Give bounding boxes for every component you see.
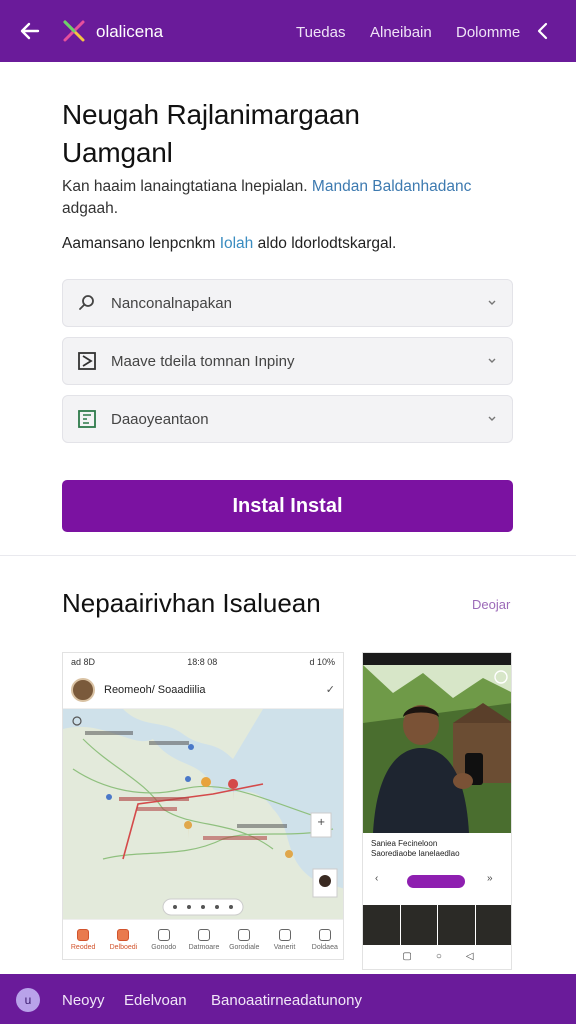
photo xyxy=(363,653,511,833)
tab-2[interactable]: Delboedi xyxy=(103,920,143,959)
note-link[interactable]: Iolah xyxy=(220,235,254,252)
section-link[interactable]: Deojar xyxy=(472,597,510,612)
edit-icon xyxy=(238,928,251,941)
tab-1[interactable]: Reoded xyxy=(63,920,103,959)
select-field-3[interactable]: Daaoyeantaon xyxy=(62,395,513,443)
home-button-icon[interactable]: ○ xyxy=(436,951,442,962)
tab-4[interactable]: Datmoare xyxy=(184,920,224,959)
chevron-right-icon[interactable]: » xyxy=(487,873,493,884)
tab-label-6: Vanerit xyxy=(273,943,296,951)
thumbnail-strip xyxy=(363,905,511,945)
chevron-down-icon xyxy=(488,414,498,424)
system-nav-bar: ▢ ○ ◁ xyxy=(363,943,511,969)
desc-link[interactable]: Mandan Baldanhadanc xyxy=(312,178,471,195)
desc-text: Kan haaim lanaingtatiana lnepialan. xyxy=(62,178,308,195)
svg-text:+: + xyxy=(317,817,325,828)
install-button[interactable]: Instal Instal xyxy=(62,480,513,532)
user-icon xyxy=(117,928,130,941)
card-pill-button[interactable] xyxy=(407,875,465,888)
list-icon xyxy=(157,928,170,941)
select-field-2[interactable]: Maave tdeila tomnan Inpiny xyxy=(62,337,513,385)
map-view[interactable]: + xyxy=(63,709,344,921)
home-icon xyxy=(77,928,90,941)
tab-label-3: Gonodo xyxy=(151,943,177,951)
recents-icon[interactable]: ▢ xyxy=(402,951,411,962)
chevron-left-icon[interactable] xyxy=(534,21,552,41)
status-right: d 10% xyxy=(309,657,335,667)
select-field-1[interactable]: Nanconalnapakan xyxy=(62,279,513,327)
tab-5[interactable]: Gorodiale xyxy=(224,920,264,959)
thumbnail[interactable] xyxy=(475,905,511,945)
profile-icon xyxy=(318,928,331,941)
back-arrow-icon[interactable] xyxy=(18,19,42,43)
title-line-2: Uamganl xyxy=(62,137,173,168)
description: Kan haaim lanaingtatiana lnepialan. Mand… xyxy=(62,176,522,220)
screenshot-map[interactable]: ad 8D 18:8 08 d 10% Reomeoh/ Soaadiilia … xyxy=(62,652,344,960)
close-icon[interactable]: ✓ xyxy=(326,683,335,696)
photo-card: Saniea Fecineloon Saorediaobe lanelaedla… xyxy=(363,833,511,905)
section-title: Nepaairivhan Isaluean xyxy=(62,588,321,618)
section-divider xyxy=(0,555,576,556)
screenshot-photo[interactable]: Saniea Fecineloon Saorediaobe lanelaedla… xyxy=(362,652,512,970)
thumbnail[interactable] xyxy=(363,905,401,945)
status-left: ad 8D xyxy=(71,657,96,667)
note-text-1: Aamansano lenpcnkm xyxy=(62,235,216,252)
tab-label-5: Gorodiale xyxy=(229,943,260,951)
note: Aamansano lenpcnkm Iolah aldo ldorlodtsk… xyxy=(62,233,522,255)
thumbnail[interactable] xyxy=(400,905,438,945)
tab-3[interactable]: Gonodo xyxy=(144,920,184,959)
status-bar: ad 8D 18:8 08 d 10% xyxy=(63,653,343,671)
nav-item-2[interactable]: Alneibain xyxy=(370,24,432,41)
card-line-1: Saniea Fecineloon xyxy=(371,839,438,848)
nav-item-3[interactable]: Dolomme xyxy=(456,24,520,41)
play-box-icon xyxy=(76,350,98,372)
tab-label-7: Doldaea xyxy=(311,943,338,951)
nav-item-1[interactable]: Tuedas xyxy=(296,24,345,41)
compass-icon xyxy=(278,928,291,941)
chevron-left-icon[interactable]: ‹ xyxy=(375,873,378,884)
bottom-tab-bar: Reoded Delboedi Gonodo Datmoare Gorodial… xyxy=(63,919,343,959)
field-1-label: Nanconalnapakan xyxy=(111,294,232,312)
map-header-text: Reomeoh/ Soaadiilia xyxy=(104,683,206,696)
bottom-badge[interactable]: u xyxy=(16,988,40,1012)
app-logo-icon xyxy=(63,20,85,42)
tab-6[interactable]: Vanerit xyxy=(264,920,304,959)
tab-label-4: Datmoare xyxy=(188,943,220,951)
chevron-down-icon xyxy=(488,356,498,366)
bottom-bar: u Neoyy Edelvoan Banoaatirneadatunony xyxy=(0,974,576,1024)
field-2-label: Maave tdeila tomnan Inpiny xyxy=(111,352,295,370)
tab-label-1: Reoded xyxy=(70,943,96,951)
clock-icon xyxy=(197,928,210,941)
tab-label-2: Delboedi xyxy=(109,943,138,951)
map-header: Reomeoh/ Soaadiilia ✓ xyxy=(63,671,343,709)
calendar-icon xyxy=(76,408,98,430)
search-icon xyxy=(76,292,98,314)
back-triangle-icon[interactable]: ◁ xyxy=(466,951,474,962)
bottom-item-3[interactable]: Banoaatirneadatunony xyxy=(211,992,362,1009)
note-text-2: aldo ldorlodtskargal. xyxy=(257,235,397,252)
tab-7[interactable]: Doldaea xyxy=(305,920,343,959)
brand-name: olalicena xyxy=(96,22,164,41)
page-title: Neugah Rajlanimargaan Uamganl xyxy=(62,96,522,172)
desc-text-2: adgaah. xyxy=(62,200,119,217)
bottom-item-2[interactable]: Edelvoan xyxy=(124,992,187,1009)
bottom-item-1[interactable]: Neoyy xyxy=(62,992,105,1009)
top-app-bar: olalicena Tuedas Alneibain Dolomme xyxy=(0,0,576,62)
card-line-2: Saorediaobe lanelaedlao xyxy=(371,849,460,858)
status-center: 18:8 08 xyxy=(187,657,218,667)
thumbnail[interactable] xyxy=(438,905,476,945)
chevron-down-icon xyxy=(488,298,498,308)
title-line-1: Neugah Rajlanimargaan xyxy=(62,99,360,130)
field-3-label: Daaoyeantaon xyxy=(111,410,209,428)
avatar xyxy=(71,677,95,702)
